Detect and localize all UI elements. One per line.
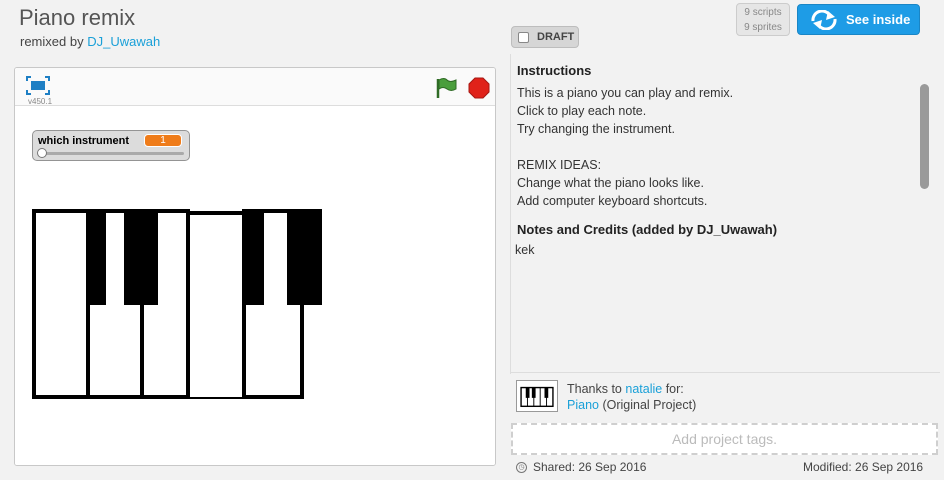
share-icon: ◷ [516,461,527,473]
project-player: v450.1 which instrument 1 [14,67,496,466]
instructions-heading: Instructions [517,63,592,78]
author-link[interactable]: DJ_Uwawah [87,34,160,49]
credit-text: Thanks to natalie for: Piano (Original P… [567,381,696,413]
white-key-4[interactable] [186,211,246,399]
black-key-4[interactable] [287,209,322,305]
white-key-1[interactable] [32,209,90,399]
see-inside-button[interactable]: See inside [797,4,920,35]
sprites-count: 9 sprites [744,22,782,33]
draft-label: DRAFT [537,31,575,43]
thanks-prefix: Thanks to [567,382,622,396]
variable-slider-knob[interactable] [37,148,47,158]
see-inside-label: See inside [846,12,911,27]
scripts-count: 9 scripts [744,7,782,18]
project-counts: 9 scripts 9 sprites [736,3,790,36]
original-project-thumbnail[interactable] [516,380,558,412]
credit-user-link[interactable]: natalie [625,382,662,396]
stage[interactable]: which instrument 1 [15,107,495,465]
piano-keyboard [32,209,322,399]
project-title: Piano remix [19,5,136,30]
variable-slider-track[interactable] [39,152,184,155]
variable-value: 1 [144,134,182,147]
player-version: v450.1 [28,97,53,106]
original-project-link[interactable]: Piano [567,398,599,412]
remixed-by-prefix: remixed by [20,34,84,49]
black-key-1[interactable] [86,209,106,305]
remix-arrows-icon [811,9,837,30]
instructions-text[interactable]: This is a piano you can play and remix. … [517,84,917,208]
stop-icon[interactable] [468,77,490,99]
credit-divider [510,372,940,373]
variable-monitor: which instrument 1 [32,130,190,161]
shared-date-text: Shared: 26 Sep 2016 [533,460,647,474]
notes-heading: Notes and Credits (added by DJ_Uwawah) [517,222,778,237]
green-flag-icon[interactable] [435,77,457,99]
draft-checkbox[interactable] [518,31,529,43]
instructions-scroll-thumb[interactable] [920,84,929,189]
draft-toggle[interactable]: DRAFT [511,26,579,48]
add-tags-field[interactable]: Add project tags. [511,423,938,455]
modified-date: Modified: 26 Sep 2016 [803,460,924,474]
black-key-3[interactable] [242,209,264,305]
remixed-by: remixed by DJ_Uwawah [20,34,160,49]
thanks-suffix: for: [665,382,684,396]
notes-text[interactable]: kek [515,243,534,257]
project-info-panel: Instructions This is a piano you can pla… [510,54,940,374]
black-key-2[interactable] [124,209,158,305]
fullscreen-icon[interactable] [26,76,50,95]
variable-label: which instrument [38,135,130,147]
original-project-suffix: (Original Project) [602,398,697,412]
player-toolbar: v450.1 [15,68,495,106]
shared-date: ◷ Shared: 26 Sep 2016 [516,460,646,474]
